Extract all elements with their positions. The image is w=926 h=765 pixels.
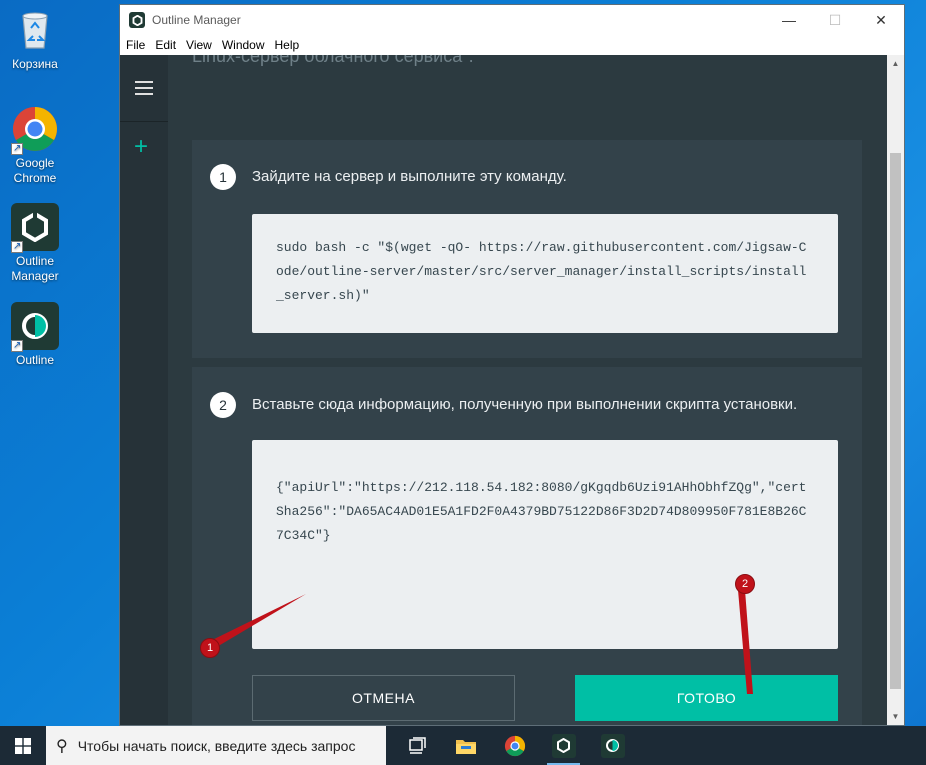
menu-help[interactable]: Help [275, 38, 300, 52]
desktop-icon-outline[interactable]: Outline [4, 302, 66, 368]
step-1-number: 1 [210, 164, 236, 190]
shortcut-arrow-icon [11, 239, 23, 254]
sidebar-divider [120, 121, 168, 122]
taskbar: ⚲ Чтобы начать поиск, введите здесь запр… [0, 726, 926, 765]
close-button[interactable]: ✕ [858, 5, 904, 35]
search-icon: ⚲ [56, 737, 68, 755]
step-2-number: 2 [210, 392, 236, 418]
scroll-up-arrow-icon[interactable]: ▲ [887, 55, 904, 72]
chrome-icon [11, 105, 59, 156]
minimize-icon: — [782, 12, 796, 28]
taskbar-outline-client[interactable] [588, 726, 637, 765]
outline-client-icon [11, 302, 59, 353]
outline-manager-icon [551, 733, 576, 758]
taskbar-file-explorer[interactable] [441, 726, 490, 765]
maximize-icon: ☐ [828, 11, 842, 28]
maximize-button[interactable]: ☐ [812, 5, 858, 35]
step-1-card: 1 Зайдите на сервер и выполните эту кома… [192, 140, 862, 358]
server-info-textarea[interactable]: {"apiUrl":"https://212.118.54.182:8080/g… [252, 440, 838, 649]
step-1-text: Зайдите на сервер и выполните эту команд… [252, 168, 567, 185]
start-button[interactable] [0, 726, 46, 765]
step-2-card: 2 Вставьте сюда информацию, полученную п… [192, 367, 862, 725]
cancel-button[interactable]: ОТМЕНА [252, 675, 515, 721]
sidebar: + [120, 55, 168, 725]
desktop-icon-label: Outline Manager [11, 254, 59, 283]
annotation-marker-1: 1 [200, 638, 220, 658]
outline-client-icon [600, 733, 625, 758]
task-view-icon [408, 736, 426, 754]
done-button[interactable]: ГОТОВО [575, 675, 838, 721]
plus-icon[interactable]: + [134, 133, 148, 161]
desktop-icon-label: Google Chrome [13, 156, 57, 185]
search-placeholder: Чтобы начать поиск, введите здесь запрос [77, 737, 356, 754]
window-title: Outline Manager [152, 13, 241, 27]
outline-manager-icon [11, 203, 59, 254]
step-2-text: Вставьте сюда информацию, полученную при… [252, 396, 798, 413]
partial-instruction-text: Linux-сервер облачного сервиса". [192, 55, 474, 66]
shortcut-arrow-icon [11, 338, 23, 353]
taskbar-search-box[interactable]: ⚲ Чтобы начать поиск, введите здесь запр… [46, 726, 386, 765]
chrome-icon [504, 735, 525, 756]
taskbar-chrome[interactable] [490, 726, 539, 765]
main-content: Linux-сервер облачного сервиса". 1 Зайди… [168, 55, 887, 725]
menu-window[interactable]: Window [222, 38, 265, 52]
title-bar[interactable]: Outline Manager — ☐ ✕ [120, 5, 904, 35]
desktop-icon-label: Корзина [12, 57, 58, 71]
close-icon: ✕ [875, 11, 887, 28]
scroll-down-arrow-icon[interactable]: ▼ [887, 708, 904, 725]
recycle-bin-icon [11, 6, 59, 54]
desktop-icon-label: Outline [15, 353, 55, 367]
annotation-marker-2: 2 [735, 574, 755, 594]
menu-view[interactable]: View [186, 38, 212, 52]
hamburger-icon[interactable] [135, 81, 153, 99]
desktop-icon-recycle-bin[interactable]: Корзина [4, 6, 66, 72]
scroll-thumb[interactable] [890, 153, 901, 689]
taskbar-outline-manager[interactable] [539, 726, 588, 765]
app-icon [129, 12, 145, 28]
windows-logo-icon [15, 737, 31, 754]
scrollbar[interactable]: ▲ ▼ [887, 55, 904, 725]
desktop-icon-chrome[interactable]: Google Chrome [4, 105, 66, 186]
file-explorer-icon [455, 739, 476, 754]
desktop-icon-outline-manager[interactable]: Outline Manager [4, 203, 66, 284]
shortcut-arrow-icon [11, 141, 23, 156]
outline-manager-window: Outline Manager — ☐ ✕ File Edit View Win… [119, 4, 905, 726]
menu-bar: File Edit View Window Help [120, 35, 904, 55]
task-view-button[interactable] [392, 726, 441, 765]
menu-file[interactable]: File [126, 38, 145, 52]
minimize-button[interactable]: — [766, 5, 812, 35]
menu-edit[interactable]: Edit [155, 38, 176, 52]
install-command[interactable]: sudo bash -c "$(wget -qO- https://raw.gi… [252, 214, 838, 333]
